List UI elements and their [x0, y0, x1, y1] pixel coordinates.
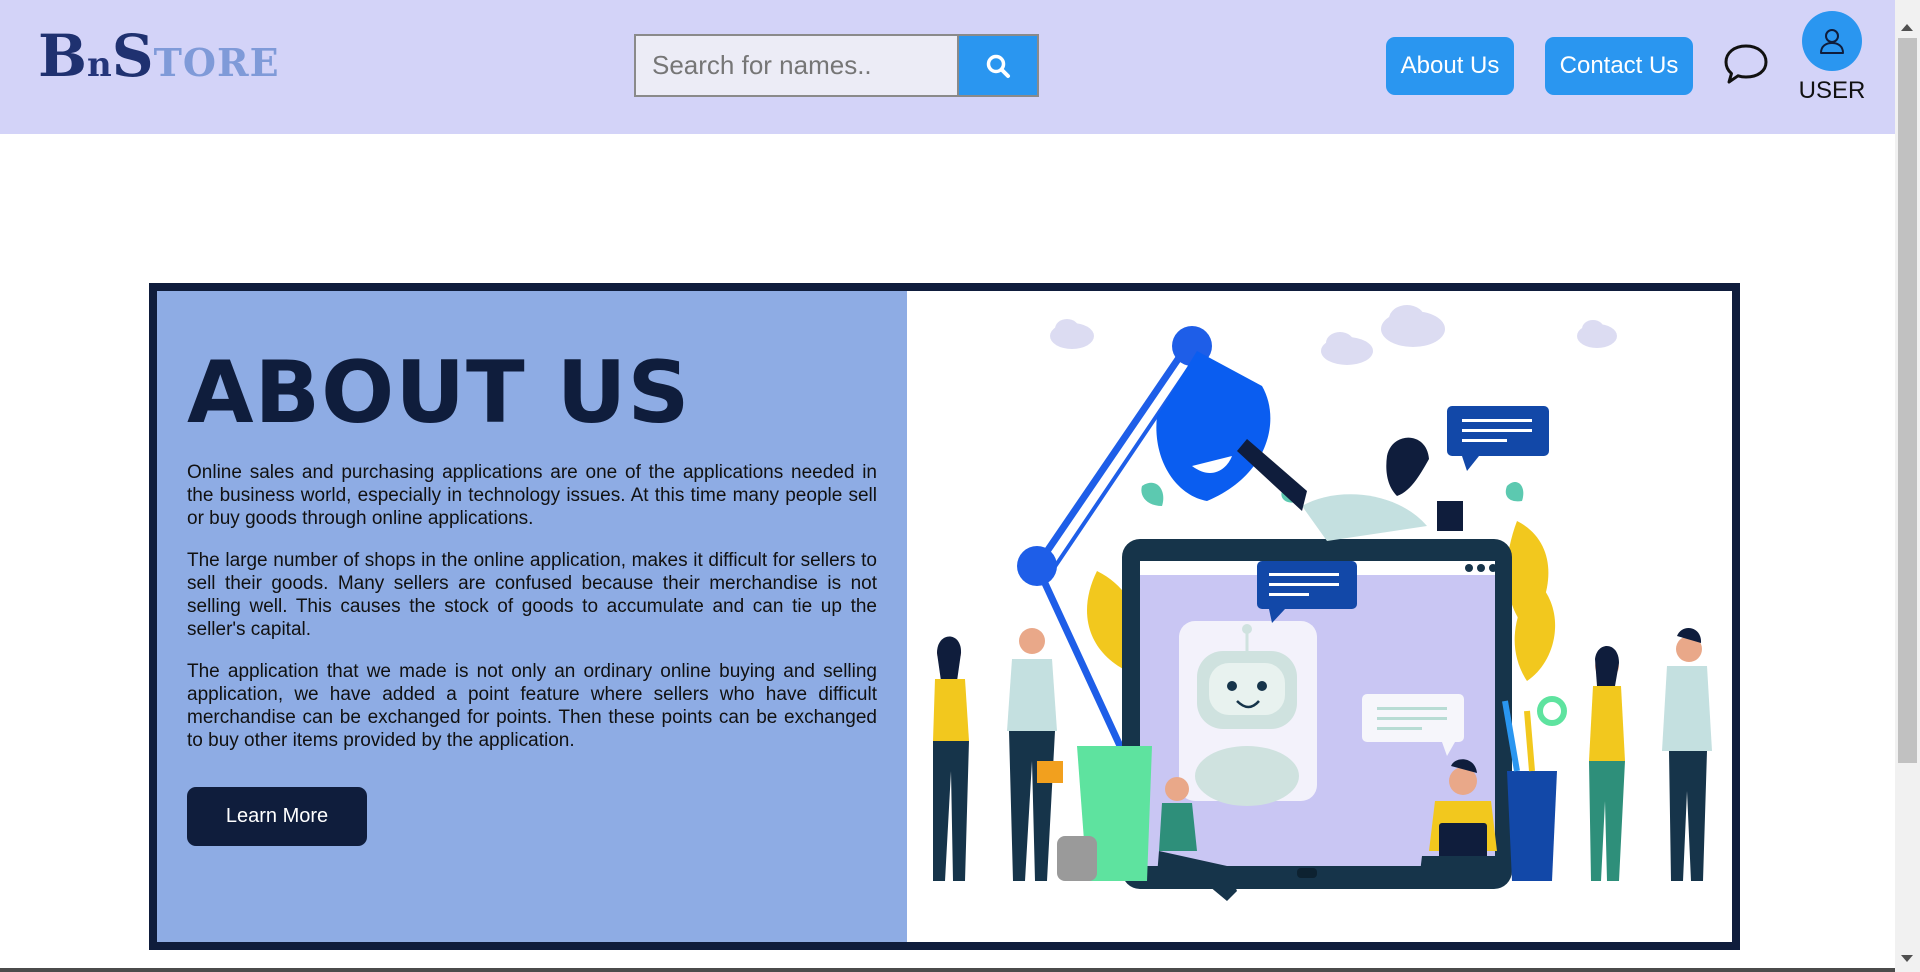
about-us-heading: ABOUT US — [187, 343, 691, 443]
scroll-down-arrow-icon[interactable] — [1901, 955, 1913, 962]
about-us-text-section: ABOUT US Online sales and purchasing app… — [157, 291, 907, 942]
search-input[interactable] — [634, 34, 957, 97]
scroll-up-arrow-icon[interactable] — [1901, 24, 1913, 31]
about-us-description: Online sales and purchasing applications… — [187, 461, 877, 771]
logo-text-tore: TORE — [153, 40, 280, 85]
scrollbar-thumb[interactable] — [1898, 38, 1917, 763]
search-button[interactable] — [957, 34, 1039, 97]
bnstore-logo[interactable]: B n S TORE — [38, 22, 280, 90]
logo-letter-n: n — [87, 45, 112, 85]
contact-us-button[interactable]: Contact Us — [1545, 37, 1693, 95]
about-paragraph-2: The large number of shops in the online … — [187, 550, 877, 640]
site-header: B n S TORE About Us Contact Us USER — [0, 0, 1895, 134]
about-us-button[interactable]: About Us — [1386, 37, 1514, 95]
about-us-panel: ABOUT US Online sales and purchasing app… — [149, 283, 1740, 950]
logo-letter-s: S — [111, 22, 154, 90]
user-label[interactable]: USER — [1790, 77, 1874, 105]
bottom-edge-divider — [0, 968, 1895, 972]
online-store-illustration — [933, 305, 1712, 901]
search-icon — [986, 54, 1010, 78]
search-bar — [634, 34, 1039, 97]
about-paragraph-3: The application that we made is not only… — [187, 661, 877, 751]
user-avatar-button[interactable] — [1802, 11, 1862, 71]
user-icon — [1820, 29, 1844, 54]
about-paragraph-1: Online sales and purchasing applications… — [187, 462, 877, 529]
logo-letter-b: B — [38, 22, 88, 90]
chat-bubble-icon[interactable] — [1722, 40, 1770, 88]
learn-more-button[interactable]: Learn More — [187, 787, 367, 846]
